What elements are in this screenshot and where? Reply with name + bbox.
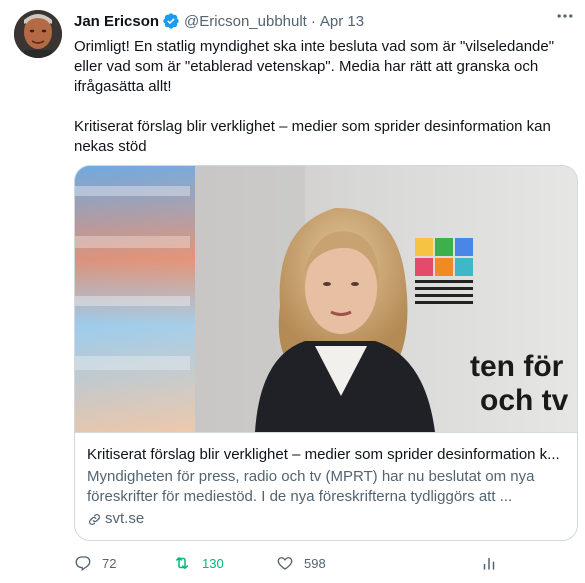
card-domain-text: svt.se bbox=[105, 510, 145, 527]
sign-text-line2: och tv bbox=[480, 384, 569, 417]
tweet-paragraph: Orimligt! En statlig myndighet ska inte … bbox=[74, 38, 555, 95]
retweet-count: 130 bbox=[202, 555, 224, 571]
retweet-button[interactable]: 130 bbox=[172, 551, 224, 575]
link-icon bbox=[89, 513, 100, 525]
separator-dot: · bbox=[310, 12, 316, 30]
card-domain[interactable]: svt.se bbox=[87, 509, 565, 529]
tweet-actions: 72 130 598 bbox=[74, 551, 574, 575]
analytics-button[interactable] bbox=[480, 551, 508, 575]
verified-badge-icon bbox=[162, 12, 180, 30]
tweet-text: Orimligt! En statlig myndighet ska inte … bbox=[74, 37, 574, 157]
retweet-icon bbox=[176, 557, 188, 569]
tweet-header: Jan Ericson @Ericson_ubbhult · Apr 13 bbox=[74, 11, 364, 31]
avatar-portrait bbox=[14, 10, 62, 58]
link-preview-card[interactable]: ten för och tv Kritiserat förslag blir v… bbox=[74, 165, 578, 541]
author-handle[interactable]: @Ericson_ubbhult bbox=[184, 13, 307, 30]
card-body[interactable]: Kritiserat förslag blir verklighet – med… bbox=[75, 432, 577, 540]
like-icon bbox=[277, 557, 293, 570]
analytics-icon bbox=[483, 557, 495, 570]
more-icon[interactable] bbox=[555, 6, 575, 32]
card-title[interactable]: Kritiserat förslag blir verklighet – med… bbox=[87, 445, 565, 465]
sign-text-line1: ten för bbox=[470, 350, 564, 383]
card-photo: ten för och tv bbox=[75, 166, 577, 432]
reply-count: 72 bbox=[102, 555, 117, 571]
like-count: 598 bbox=[304, 555, 326, 571]
card-image[interactable]: ten för och tv bbox=[75, 166, 577, 432]
tweet-date[interactable]: Apr 13 bbox=[320, 13, 364, 30]
card-description: Myndigheten för press, radio och tv (MPR… bbox=[87, 468, 535, 505]
reply-button[interactable]: 72 bbox=[74, 551, 116, 575]
avatar[interactable] bbox=[14, 10, 62, 58]
reply-icon bbox=[75, 556, 91, 572]
author-name[interactable]: Jan Ericson bbox=[74, 13, 159, 30]
tweet-paragraph: Kritiserat förslag blir verklighet – med… bbox=[74, 118, 551, 155]
like-button[interactable]: 598 bbox=[276, 551, 326, 575]
